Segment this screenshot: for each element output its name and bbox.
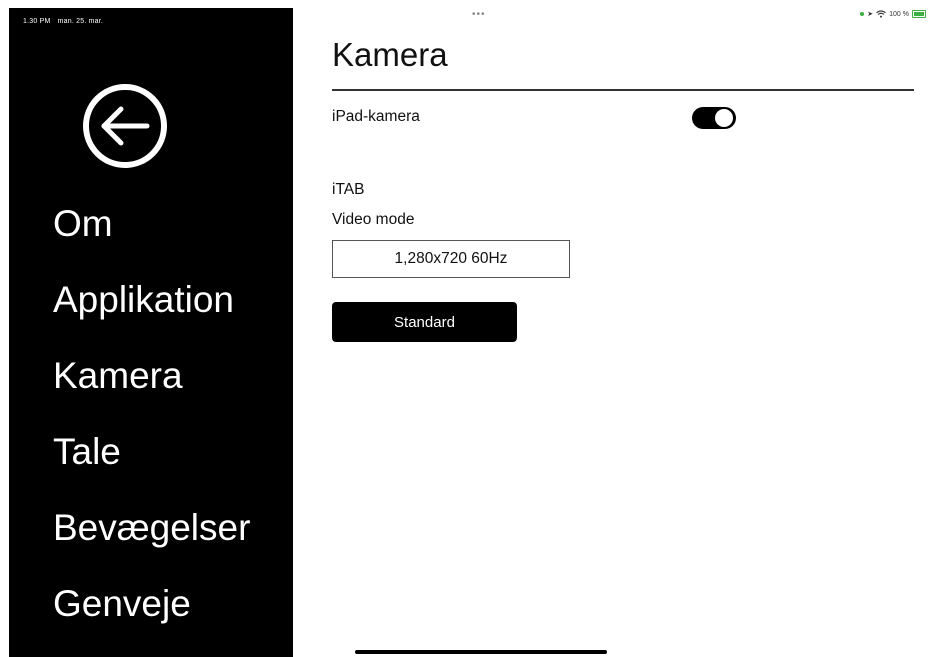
sidebar-item-bevaegelser[interactable]: Bevægelser xyxy=(53,502,250,578)
home-indicator[interactable] xyxy=(355,650,607,654)
battery-icon xyxy=(912,10,926,18)
video-mode-select[interactable]: 1,280x720 60Hz xyxy=(332,240,570,278)
sidebar-item-kamera[interactable]: Kamera xyxy=(53,350,250,426)
sidebar-item-om[interactable]: Om xyxy=(53,198,250,274)
arrow-left-circle-icon xyxy=(83,84,167,168)
sidebar-item-tale[interactable]: Tale xyxy=(53,426,250,502)
battery-percent: 100 % xyxy=(889,10,909,18)
video-mode-value: 1,280x720 60Hz xyxy=(394,250,508,267)
ipad-camera-toggle[interactable] xyxy=(692,107,736,129)
status-date: man. 25. mar. xyxy=(57,18,104,25)
sidebar-item-applikation[interactable]: Applikation xyxy=(53,274,250,350)
itab-section-label: iTAB xyxy=(332,181,365,198)
wifi-icon xyxy=(876,10,886,18)
location-icon: ➤ xyxy=(867,11,874,18)
page-title: Kamera xyxy=(332,36,448,73)
video-mode-label: Video mode xyxy=(332,211,415,228)
multitask-indicator[interactable]: ••• xyxy=(472,9,486,20)
recording-dot-icon xyxy=(860,12,865,16)
toggle-knob xyxy=(715,109,733,127)
back-button[interactable] xyxy=(81,82,169,170)
title-divider xyxy=(332,89,914,91)
status-bar-left: 1.30 PM man. 25. mar. xyxy=(23,18,108,25)
sidebar: 1.30 PM man. 25. mar. Om Applikation Kam… xyxy=(9,8,293,657)
screen: 1.30 PM man. 25. mar. Om Applikation Kam… xyxy=(0,0,938,657)
sidebar-item-genveje[interactable]: Genveje xyxy=(53,578,250,654)
status-bar-right: ➤ 100 % xyxy=(860,10,926,18)
ipad-camera-label: iPad-kamera xyxy=(332,108,420,125)
status-time: 1.30 PM xyxy=(23,18,51,25)
sidebar-nav: Om Applikation Kamera Tale Bevægelser Ge… xyxy=(53,198,250,654)
standard-button[interactable]: Standard xyxy=(332,302,517,342)
